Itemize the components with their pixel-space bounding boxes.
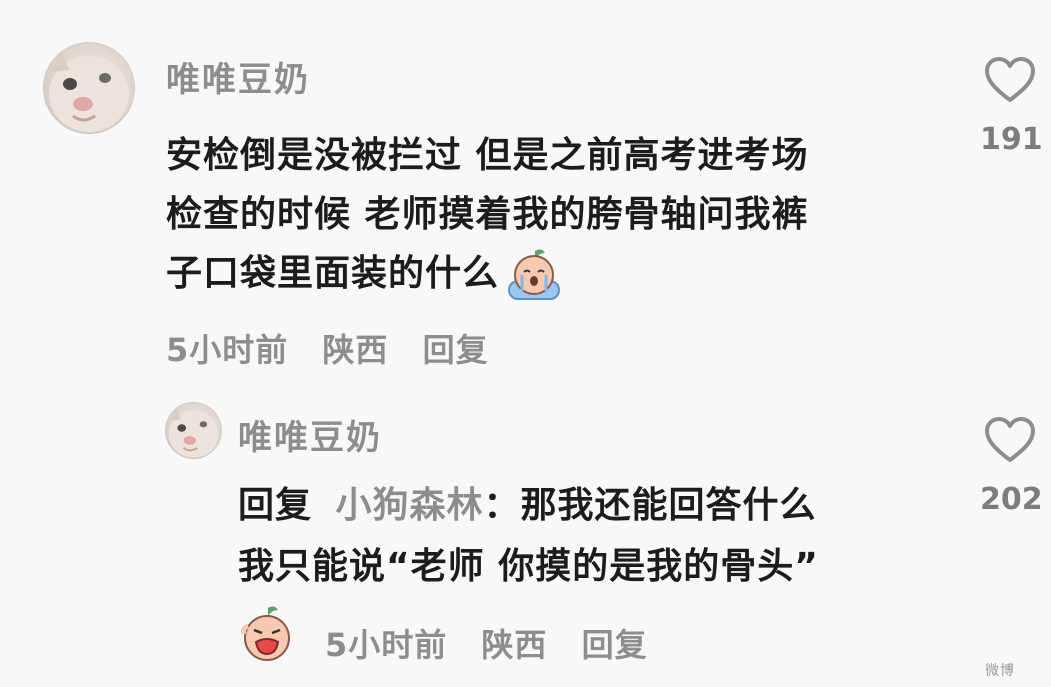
heart-outline-icon	[985, 417, 1035, 462]
comment-meta: 5小时前 陕西 回复	[166, 325, 489, 371]
comment-location: 陕西	[322, 331, 389, 369]
comment-time: 5小时前	[325, 626, 448, 664]
watermark: 微博	[985, 663, 1015, 679]
comment-text: 安检倒是没被拦过 但是之前高考进考场	[166, 135, 809, 176]
heart-outline-icon	[985, 57, 1035, 102]
comment-text: 子口袋里面装的什么	[166, 253, 500, 294]
reply-prefix: 回复	[238, 485, 313, 526]
like-button[interactable]: 191	[980, 56, 1043, 157]
like-button[interactable]: 202	[980, 416, 1043, 517]
avatar[interactable]	[165, 402, 222, 459]
reply-button[interactable]: 回复	[582, 626, 648, 664]
comment-text: 我只能说“老师 你摸的是我的骨头”	[238, 546, 819, 587]
cat-avatar-icon	[49, 50, 129, 132]
comment-time: 5小时前	[166, 331, 289, 369]
avatar[interactable]	[43, 42, 135, 134]
comment-text-line: 回复 小狗森林：那我还能回答什么	[238, 478, 819, 534]
comment-username[interactable]: 唯唯豆奶	[238, 410, 382, 459]
like-count: 202	[980, 482, 1043, 517]
reply-button[interactable]: 回复	[423, 331, 489, 369]
crying-peach-emoji	[505, 247, 563, 301]
comment-username[interactable]: 唯唯豆奶	[166, 52, 310, 101]
comment-body: 安检倒是没被拦过 但是之前高考进考场 检查的时候 老师摸着我的胯骨轴问我裤 子口…	[166, 126, 809, 303]
comment-text: 检查的时候 老师摸着我的胯骨轴问我裤	[166, 194, 809, 235]
comment-body: 回复 小狗森林：那我还能回答什么 我只能说“老师 你摸的是我的骨头”	[238, 478, 819, 600]
cat-avatar-icon	[168, 406, 219, 458]
comment-location: 陕西	[481, 626, 548, 664]
comment-meta: 5小时前 陕西 回复	[325, 620, 648, 666]
mention-link[interactable]: 小狗森林	[335, 485, 483, 526]
like-count: 191	[980, 122, 1043, 157]
comment-text: ：那我还能回答什么	[483, 485, 817, 526]
shouting-peach-emoji	[238, 604, 296, 662]
